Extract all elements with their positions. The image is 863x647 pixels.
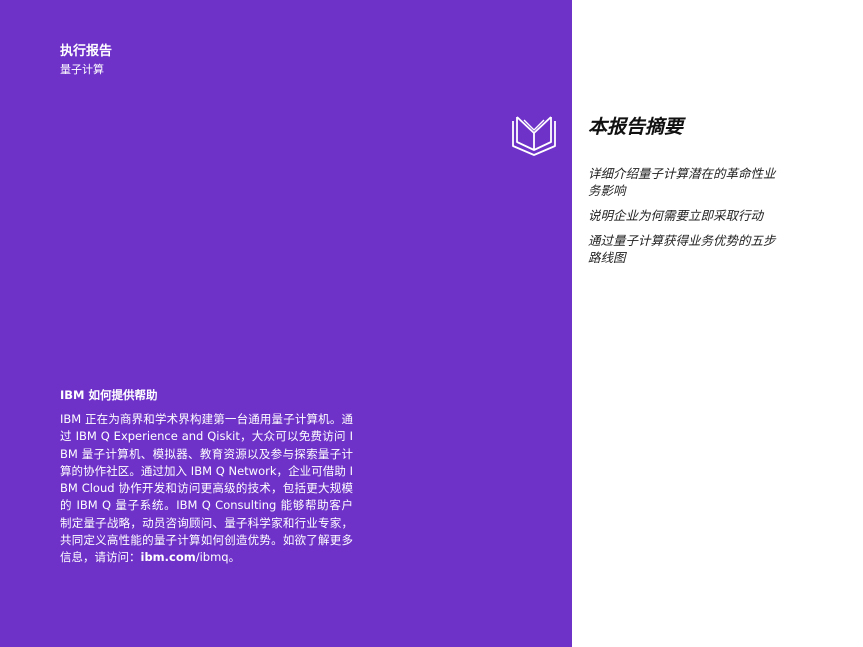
summary-item: 详细介绍量子计算潜在的革命性业务影响 <box>588 166 776 198</box>
summary-item: 通过量子计算获得业务优势的五步路线图 <box>588 233 776 265</box>
help-section-title: IBM 如何提供帮助 <box>60 388 158 402</box>
report-type-title: 执行报告 <box>60 44 113 59</box>
ibm-link[interactable]: ibm.com <box>141 550 196 564</box>
help-section-body: IBM 正在为商界和学术界构建第一台通用量子计算机。通过 IBM Q Exper… <box>60 411 353 567</box>
summary-title: 本报告摘要 <box>588 116 684 138</box>
open-book-icon <box>512 116 556 156</box>
summary-list: 详细介绍量子计算潜在的革命性业务影响 说明企业为何需要立即采取行动 通过量子计算… <box>588 165 783 274</box>
ibm-link-suffix[interactable]: /ibmq。 <box>196 550 240 564</box>
purple-panel: 执行报告 量子计算 IBM 如何提供帮助 IBM 正在为商界和学术界构建第一台通… <box>0 0 572 647</box>
report-page: 执行报告 量子计算 IBM 如何提供帮助 IBM 正在为商界和学术界构建第一台通… <box>0 0 863 647</box>
help-body-text: IBM 正在为商界和学术界构建第一台通用量子计算机。通过 IBM Q Exper… <box>60 412 353 565</box>
summary-item: 说明企业为何需要立即采取行动 <box>588 208 764 223</box>
report-topic-subtitle: 量子计算 <box>60 63 104 76</box>
